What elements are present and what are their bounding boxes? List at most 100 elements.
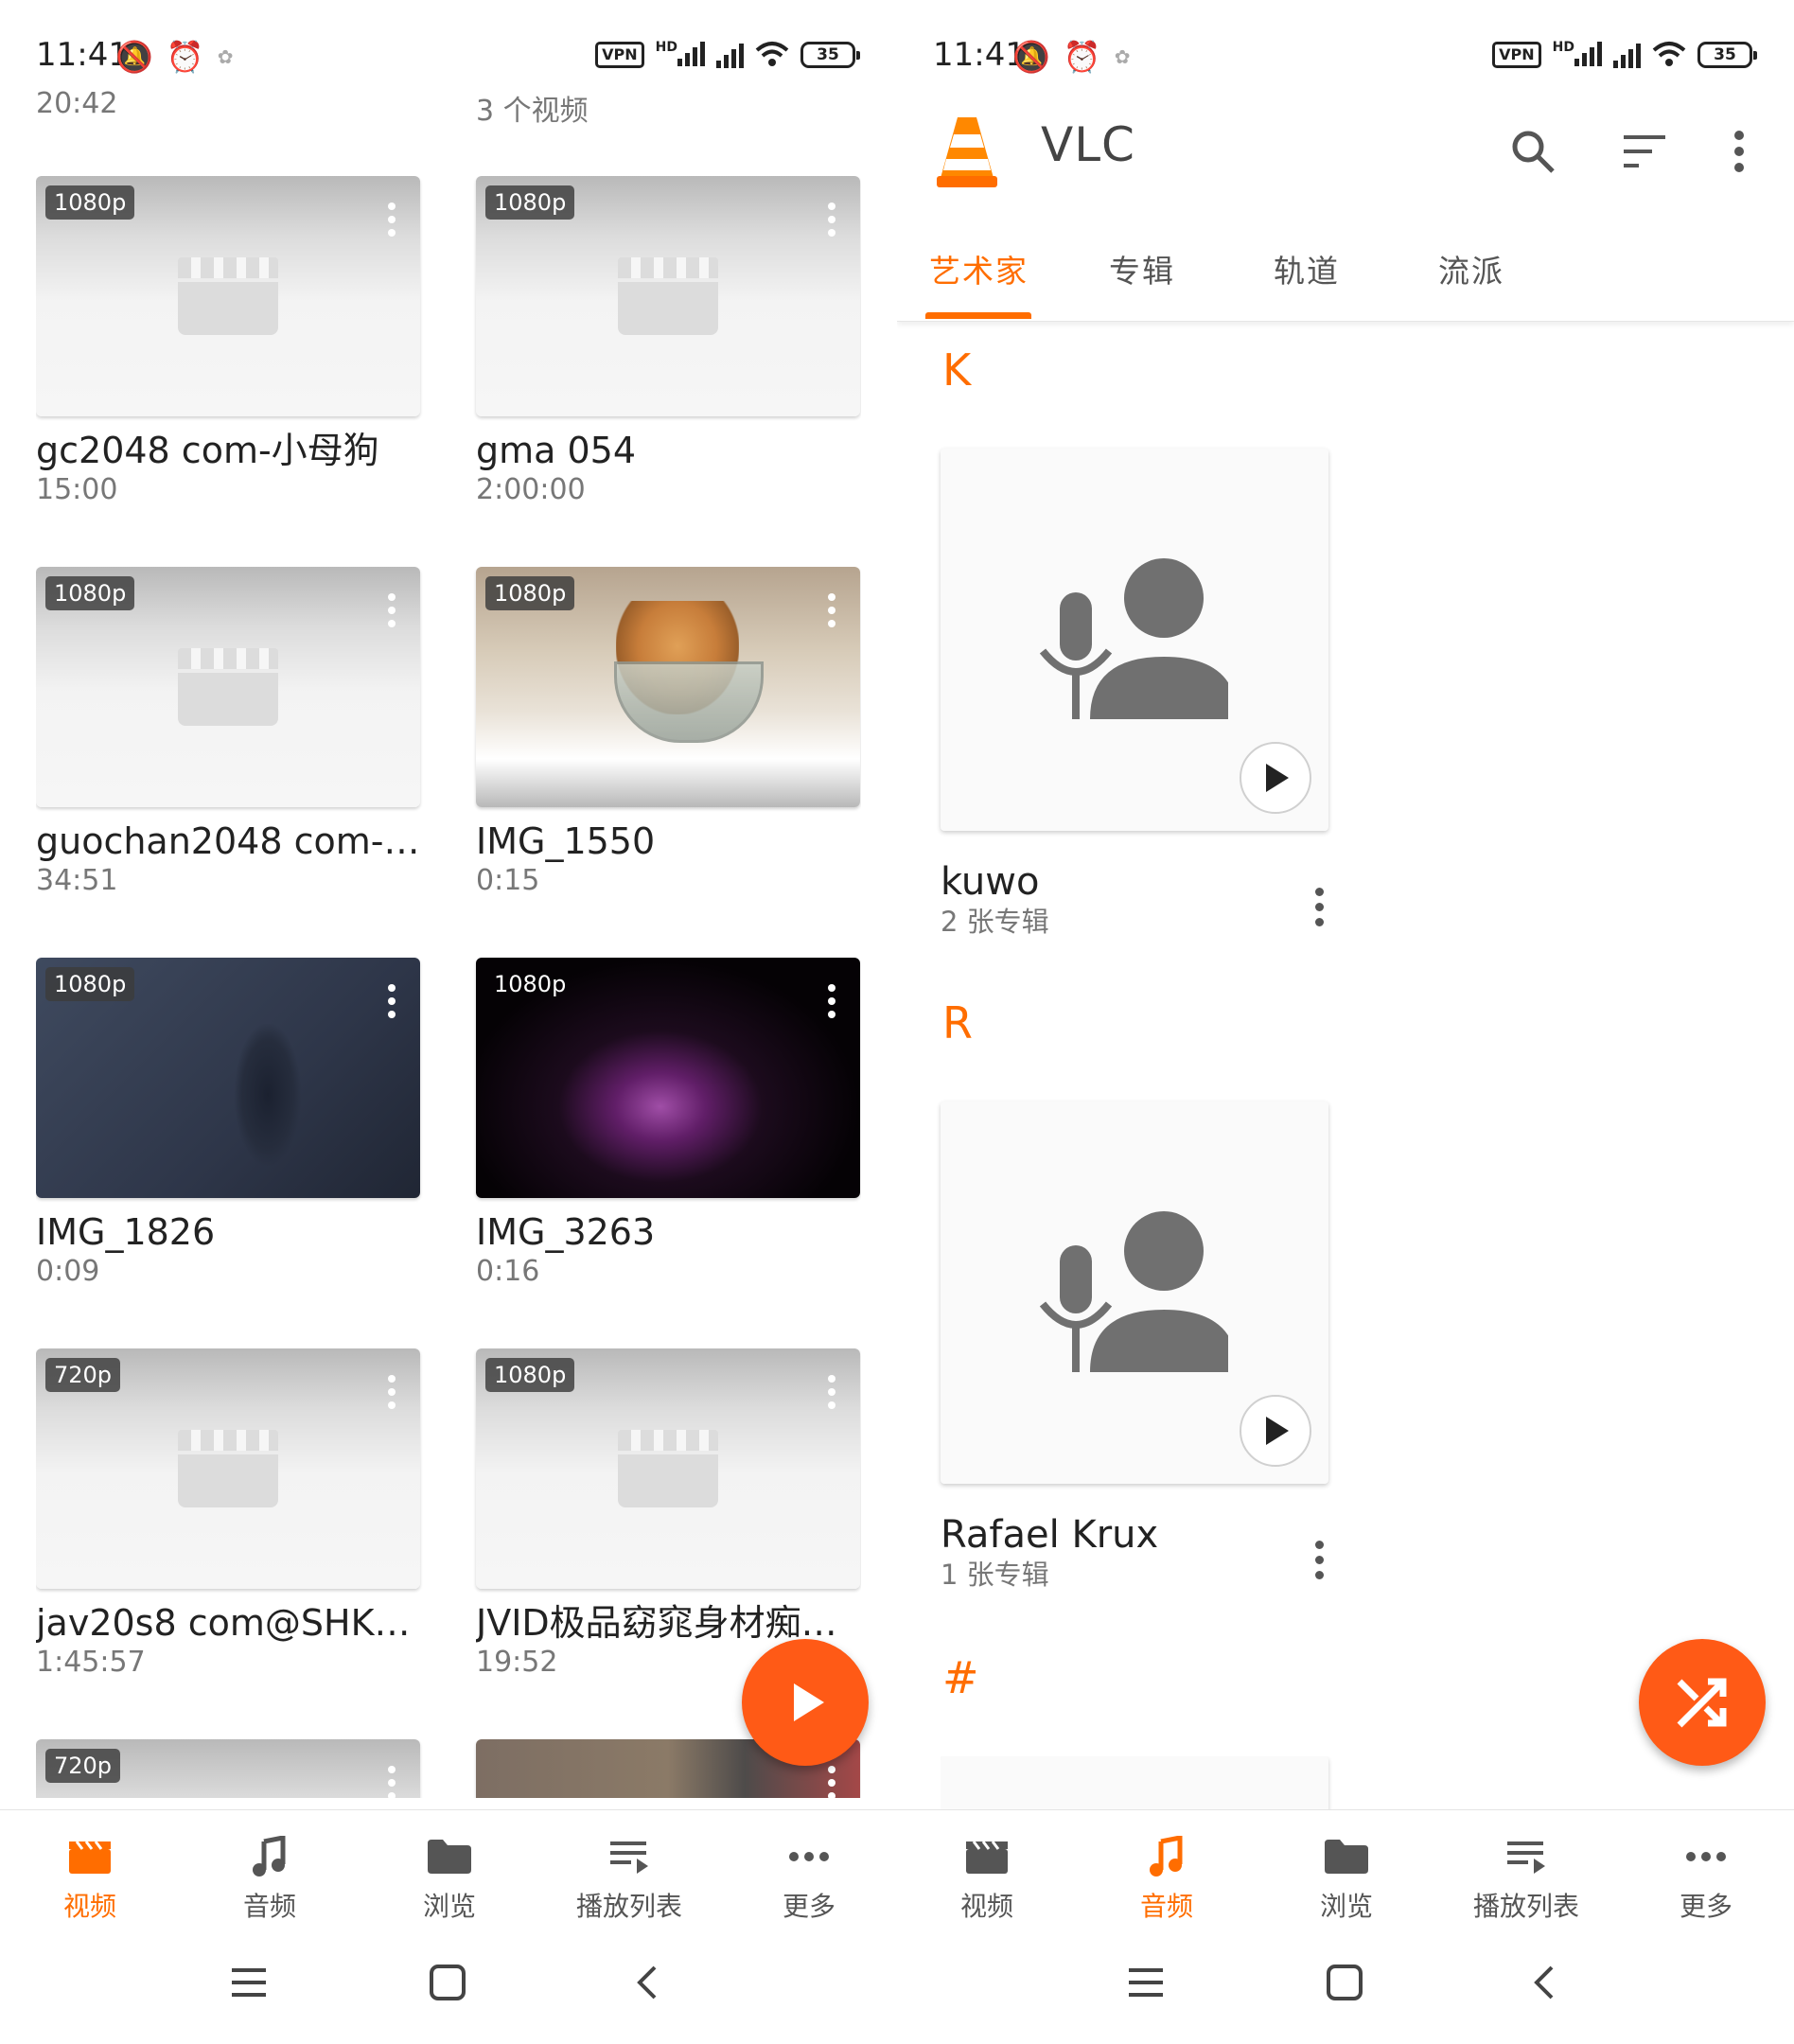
video-card[interactable]: 720p jav20s8 com@SHK… 1:45:57 xyxy=(36,1348,420,1680)
home-button[interactable] xyxy=(1311,1949,1378,2016)
audio-screen: 11:41 🔕 ⏰ ✿ VPN HD 35 VLC 艺术家 专辑 轨道 流派 K… xyxy=(897,0,1794,2044)
status-bar: 11:41 🔕 ⏰ ✿ VPN HD 35 xyxy=(897,36,1794,81)
nav-video[interactable]: 视频 xyxy=(0,1833,180,1924)
menu-button[interactable] xyxy=(216,1949,282,2016)
artist-card[interactable] xyxy=(941,1756,1328,1809)
nav-label: 更多 xyxy=(1679,1891,1732,1922)
video-thumbnail[interactable]: 720p xyxy=(36,1348,420,1589)
more-vert-icon[interactable] xyxy=(388,1766,396,1798)
video-thumbnail[interactable]: 1080p xyxy=(476,567,860,807)
nav-label: 播放列表 xyxy=(575,1891,682,1922)
video-card[interactable]: 1080p guochan2048 com-… 34:51 xyxy=(36,567,420,898)
more-vert-icon[interactable] xyxy=(388,1375,396,1413)
nav-video[interactable]: 视频 xyxy=(897,1833,1077,1924)
more-vert-icon[interactable] xyxy=(828,1766,835,1798)
video-thumbnail[interactable]: 1080p xyxy=(36,176,420,416)
more-vert-icon[interactable] xyxy=(828,203,835,240)
music-note-icon xyxy=(1150,1836,1183,1877)
resolution-badge: 1080p xyxy=(485,1358,575,1392)
play-icon xyxy=(1266,1417,1289,1445)
sort-button[interactable] xyxy=(1616,123,1673,180)
movie-clapper-icon xyxy=(69,1841,111,1874)
artist-card[interactable] xyxy=(941,449,1328,831)
clapperboard-placeholder-icon xyxy=(618,257,718,335)
artist-card[interactable] xyxy=(941,1101,1328,1484)
video-thumbnail[interactable]: 720p xyxy=(36,1739,420,1798)
artist-item-kuwo[interactable]: kuwo 2 张专辑 xyxy=(941,449,1735,939)
video-card[interactable]: 1080p IMG_1550 0:15 xyxy=(476,567,860,898)
video-duration: 1:45:57 xyxy=(36,1646,146,1679)
bottom-navigation: 视频 音频 浏览 播放列表 更多 xyxy=(0,1809,897,1932)
square-home-icon xyxy=(430,1965,466,2000)
search-icon xyxy=(1512,131,1555,173)
signal-icon xyxy=(1613,42,1641,68)
overflow-menu-button[interactable] xyxy=(1711,123,1768,180)
play-all-button[interactable] xyxy=(742,1639,869,1766)
video-thumbnail[interactable]: 1080p xyxy=(36,958,420,1198)
nav-label: 更多 xyxy=(782,1891,835,1922)
video-duration: 2:00:00 xyxy=(476,473,586,506)
video-card[interactable]: 1080p IMG_3263 0:16 xyxy=(476,958,860,1289)
resolution-badge: 1080p xyxy=(485,185,575,220)
video-card[interactable]: 1080p IMG_1826 0:09 xyxy=(36,958,420,1289)
system-navigation xyxy=(0,1949,897,2025)
video-card[interactable]: 1080p gma 054 2:00:00 xyxy=(476,176,860,507)
tab-genres[interactable]: 流派 xyxy=(1438,246,1504,291)
nav-more[interactable]: 更多 xyxy=(1616,1833,1794,1924)
back-button[interactable] xyxy=(1510,1949,1576,2016)
nav-audio[interactable]: 音频 xyxy=(1077,1833,1257,1924)
video-card[interactable]: 1080p gc2048 com-小母狗 15:00 xyxy=(36,176,420,507)
video-card[interactable]: 720p xyxy=(36,1739,420,1798)
artist-item-rafael-krux[interactable]: Rafael Krux 1 张专辑 xyxy=(941,1101,1735,1592)
nav-more[interactable]: 更多 xyxy=(719,1833,897,1924)
playlist-icon xyxy=(610,1841,648,1874)
section-letter-r: R xyxy=(942,997,973,1048)
video-thumbnail[interactable]: 1080p xyxy=(476,1348,860,1589)
home-button[interactable] xyxy=(414,1949,481,2016)
video-duration: 0:16 xyxy=(476,1255,540,1288)
alarm-icon: ⏰ xyxy=(166,39,204,75)
nav-label: 视频 xyxy=(62,1891,116,1922)
more-vert-icon[interactable] xyxy=(1315,1541,1325,1582)
music-note-icon xyxy=(253,1836,286,1877)
video-title: gma 054 xyxy=(476,430,637,471)
more-vert-icon[interactable] xyxy=(388,593,396,631)
more-vert-icon[interactable] xyxy=(388,203,396,240)
resolution-badge: 1080p xyxy=(45,967,135,1001)
back-button[interactable] xyxy=(613,1949,679,2016)
more-vert-icon[interactable] xyxy=(828,593,835,631)
video-card[interactable]: 1080p JVID极品窈窕身材痴… 19:52 xyxy=(476,1348,860,1680)
search-button[interactable] xyxy=(1504,123,1561,180)
status-right-icons: VPN HD 35 xyxy=(1492,40,1757,70)
more-horiz-icon xyxy=(1686,1852,1726,1861)
tab-tracks[interactable]: 轨道 xyxy=(1274,246,1340,291)
play-artist-button[interactable] xyxy=(1240,1395,1311,1467)
shuffle-all-button[interactable] xyxy=(1639,1639,1766,1766)
video-thumbnail[interactable]: 1080p xyxy=(476,958,860,1198)
tab-artists[interactable]: 艺术家 xyxy=(929,246,1029,291)
more-vert-icon[interactable] xyxy=(1315,888,1325,929)
artist-item-partial[interactable] xyxy=(941,1756,1735,1809)
tab-albums[interactable]: 专辑 xyxy=(1109,246,1175,291)
nav-playlists[interactable]: 播放列表 xyxy=(1436,1833,1616,1924)
video-duration: 34:51 xyxy=(36,864,118,897)
menu-button[interactable] xyxy=(1113,1949,1179,2016)
signal-icon xyxy=(716,42,744,68)
chevron-left-icon xyxy=(1534,1965,1554,2000)
nav-browse[interactable]: 浏览 xyxy=(1257,1833,1436,1924)
video-thumbnail[interactable]: 1080p xyxy=(36,567,420,807)
nav-audio[interactable]: 音频 xyxy=(180,1833,360,1924)
nav-label: 视频 xyxy=(959,1891,1013,1922)
square-home-icon xyxy=(1327,1965,1363,2000)
more-vert-icon[interactable] xyxy=(828,1375,835,1413)
hamburger-icon xyxy=(1129,1968,1163,1997)
nav-browse[interactable]: 浏览 xyxy=(360,1833,539,1924)
shuffle-icon xyxy=(1677,1678,1727,1728)
more-vert-icon[interactable] xyxy=(388,984,396,1022)
video-thumbnail[interactable]: 1080p xyxy=(476,176,860,416)
nav-playlists[interactable]: 播放列表 xyxy=(539,1833,719,1924)
play-artist-button[interactable] xyxy=(1240,742,1311,814)
clapperboard-placeholder-icon xyxy=(178,1430,278,1507)
more-vert-icon[interactable] xyxy=(828,984,835,1022)
video-grid: 1080p gc2048 com-小母狗 15:00 1080p gma 054… xyxy=(36,176,861,1798)
